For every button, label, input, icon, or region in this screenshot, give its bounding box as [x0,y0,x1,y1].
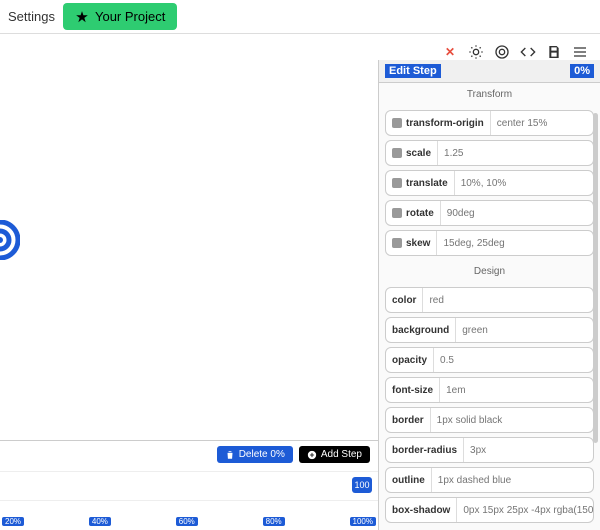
prop-border-radius: border-radius [385,437,594,463]
panel-header: Edit Step 0% [379,60,600,83]
delete-label: Delete 0% [239,449,285,460]
label-transform-origin: transform-origin [406,118,484,129]
save-icon[interactable] [546,44,562,60]
close-icon[interactable]: ✕ [442,44,458,60]
settings-link[interactable]: Settings [8,9,55,24]
label-scale: scale [406,148,431,159]
theme-icon[interactable] [468,44,484,60]
your-project-button[interactable]: Your Project [63,3,177,30]
tick: 60% [176,517,198,526]
label-outline: outline [392,475,425,486]
target-toolbar-icon[interactable] [494,44,510,60]
menu-icon[interactable] [572,44,588,60]
prop-outline: outline [385,467,594,493]
prop-font-size: font-size [385,377,594,403]
prop-translate: translate [385,170,594,196]
prop-transform-origin: transform-origin [385,110,594,136]
tick: 80% [263,517,285,526]
star-icon [75,10,89,24]
input-font-size[interactable] [440,378,593,402]
prop-color: color [385,287,594,313]
prop-background: background [385,317,594,343]
input-border-radius[interactable] [464,438,594,462]
prop-box-shadow: box-shadow [385,497,594,523]
info-icon[interactable] [392,238,402,248]
label-skew: skew [406,238,430,249]
label-background: background [392,325,449,336]
label-color: color [392,295,416,306]
preview-canvas [0,60,370,430]
add-label: Add Step [321,449,362,460]
delete-step-button[interactable]: Delete 0% [217,446,293,463]
animated-element[interactable] [0,220,20,263]
add-step-button[interactable]: Add Step [299,446,370,463]
design-section-title: Design [379,260,600,283]
top-bar: Settings Your Project [0,0,600,34]
input-border[interactable] [431,408,593,432]
prop-skew: skew [385,230,594,256]
input-translate[interactable] [455,171,594,195]
project-label: Your Project [95,9,165,24]
label-translate: translate [406,178,448,189]
label-border: border [392,415,424,426]
tick: 40% [89,517,111,526]
label-font-size: font-size [392,385,433,396]
info-icon[interactable] [392,118,402,128]
tick: 100% [350,517,376,526]
input-rotate[interactable] [441,201,593,225]
prop-rotate: rotate [385,200,594,226]
prop-scale: scale [385,140,594,166]
code-icon[interactable] [520,44,536,60]
plus-circle-icon [307,450,317,460]
prop-border: border [385,407,594,433]
panel-scrollbar[interactable] [593,113,598,443]
input-outline[interactable] [432,468,593,492]
prop-opacity: opacity [385,347,594,373]
input-opacity[interactable] [434,348,593,372]
timeline-controls: Delete 0% Add Step [217,446,370,463]
timeline-track[interactable]: 100 [0,471,378,501]
timeline-marker[interactable]: 100 [352,477,372,493]
info-icon[interactable] [392,208,402,218]
timeline-ticks: 20% 40% 60% 80% 100% [0,517,378,526]
transform-section-title: Transform [379,83,600,106]
input-box-shadow[interactable] [457,498,594,522]
label-border-radius: border-radius [392,445,457,456]
tick: 20% [2,517,24,526]
step-percent-badge: 0% [570,64,594,78]
target-shape-icon [0,220,20,260]
panel-scroll[interactable]: Transform transform-origin scale transla… [379,83,600,530]
input-color[interactable] [423,288,593,312]
label-box-shadow: box-shadow [392,505,450,516]
input-background[interactable] [456,318,594,342]
info-icon[interactable] [392,148,402,158]
trash-icon [225,450,235,460]
edit-step-title: Edit Step [385,64,441,78]
timeline: Delete 0% Add Step 100 20% 40% 60% 80% 1… [0,440,378,530]
label-rotate: rotate [406,208,434,219]
input-scale[interactable] [438,141,593,165]
properties-panel: Edit Step 0% Transform transform-origin … [378,60,600,530]
info-icon[interactable] [392,178,402,188]
input-skew[interactable] [437,231,593,255]
input-transform-origin[interactable] [491,111,594,135]
label-opacity: opacity [392,355,427,366]
